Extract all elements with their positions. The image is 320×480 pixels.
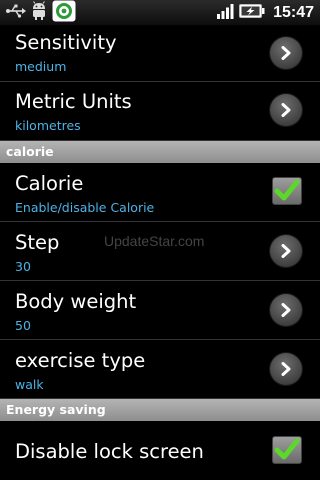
pref-summary-metric-units: kilometres [15,118,81,133]
watermark: UpdateStar.com [104,233,205,249]
chevron-right-icon[interactable] [270,353,302,385]
pref-row-exercise-type[interactable]: exercise type walk [0,340,320,399]
chevron-right-icon[interactable] [270,37,302,69]
pref-row-step[interactable]: Step 30 [0,222,320,281]
pref-row-body-weight[interactable]: Body weight 50 [0,281,320,340]
pref-row-metric-units[interactable]: Metric Units kilometres [0,82,320,141]
pref-title-step: Step [15,231,60,254]
pref-summary-body-weight: 50 [15,318,31,333]
category-header-calorie: calorie [0,141,320,163]
pref-summary-calorie: Enable/disable Calorie [15,200,155,215]
status-bar-right: 15:47 [217,2,314,23]
chevron-right-icon[interactable] [270,94,302,126]
category-header-energy-saving: Energy saving [0,399,320,421]
app-notification-icon [52,0,76,26]
status-bar-left [6,0,76,26]
chevron-right-icon[interactable] [270,235,302,267]
pref-title-metric-units: Metric Units [15,90,132,113]
pref-title-body-weight: Body weight [15,290,137,313]
pref-title-disable-lock-screen: Disable lock screen [15,440,204,463]
chevron-right-icon[interactable] [270,294,302,326]
pref-summary-step: 30 [15,259,31,274]
pref-row-calorie[interactable]: Calorie Enable/disable Calorie [0,163,320,222]
usb-icon [6,3,26,22]
battery-icon [239,3,265,22]
disable-lock-screen-checkbox[interactable] [272,436,302,464]
checkmark-icon [274,179,300,201]
calorie-checkbox[interactable] [272,177,302,205]
pref-title-calorie: Calorie [15,172,84,195]
android-debug-icon [30,1,48,24]
pref-title-exercise-type: exercise type [15,349,146,372]
screen: 15:47 Sensitivity medium Metric Units ki… [0,0,320,480]
checkmark-icon [274,438,300,460]
pref-row-sensitivity[interactable]: Sensitivity medium [0,26,320,82]
pref-summary-exercise-type: walk [15,377,44,392]
pref-row-disable-lock-screen[interactable]: Disable lock screen [0,421,320,480]
status-bar: 15:47 [0,0,320,26]
status-bar-time: 15:47 [273,3,314,21]
signal-icon [217,3,235,23]
pref-summary-sensitivity: medium [15,59,67,74]
pref-title-sensitivity: Sensitivity [15,31,117,54]
